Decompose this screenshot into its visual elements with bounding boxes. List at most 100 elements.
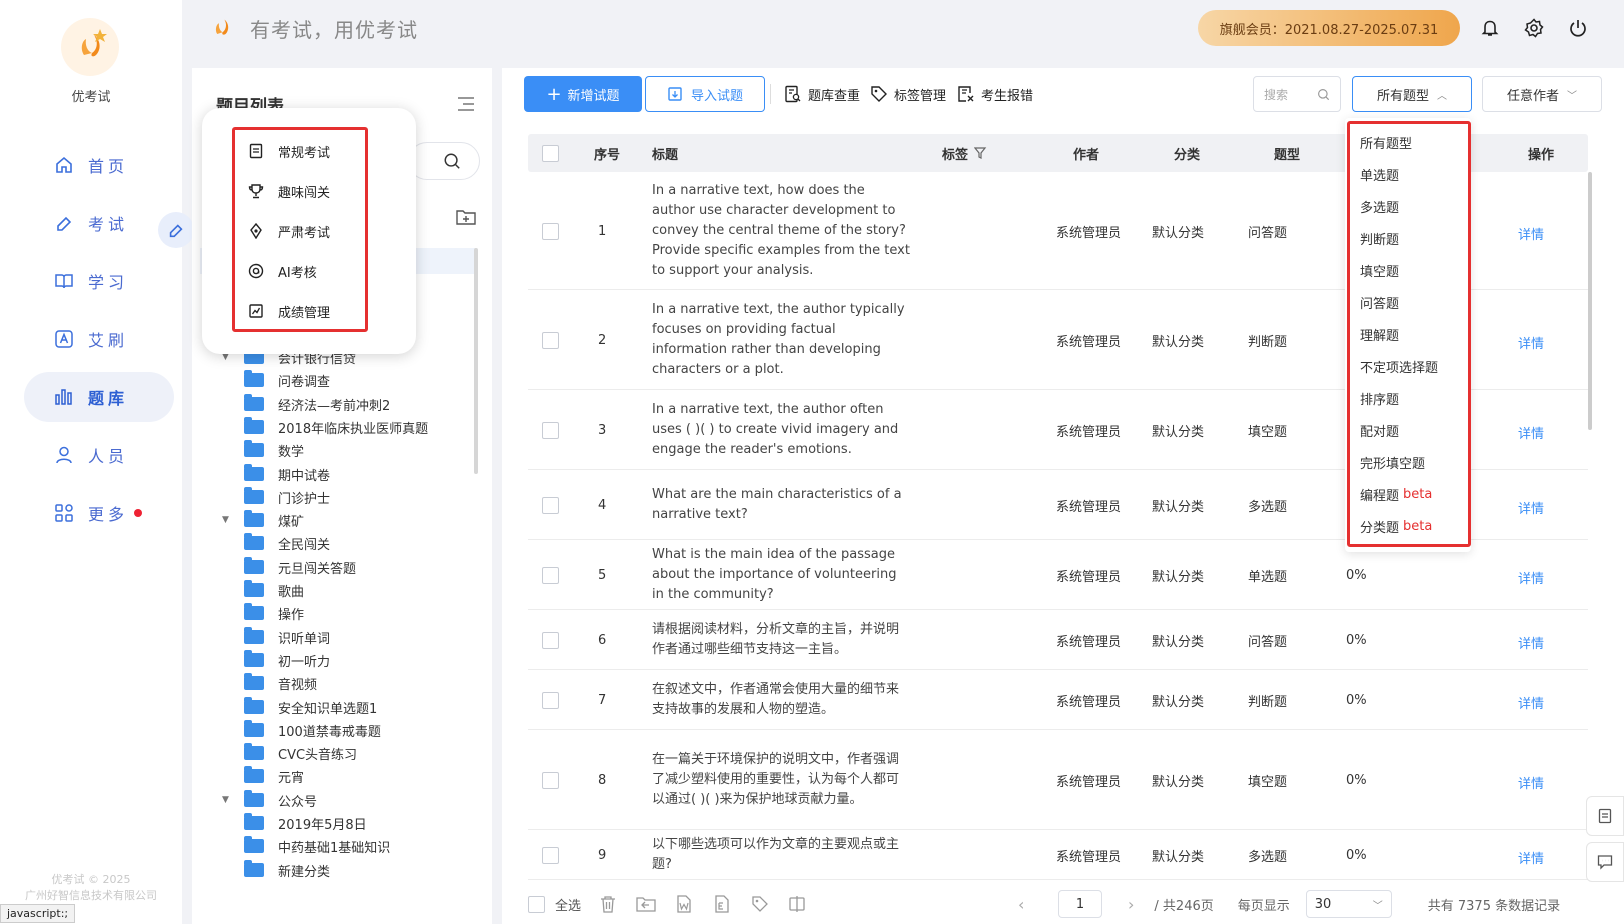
- nav-item-exam[interactable]: 考试: [24, 198, 174, 248]
- row-detail-link[interactable]: 详情: [1518, 290, 1544, 390]
- row-title[interactable]: In a narrative text, how does the author…: [652, 172, 910, 290]
- tree-node[interactable]: ▼ 公众号: [222, 789, 317, 811]
- author-select[interactable]: 任意作者 ﹀: [1482, 76, 1602, 112]
- tree-node[interactable]: 初一听力: [222, 649, 330, 671]
- menu-item-strict-exam[interactable]: 严肃考试: [248, 219, 330, 243]
- tree-caret-icon[interactable]: ▼: [222, 795, 234, 805]
- tree-node[interactable]: 100道禁毒戒毒题: [222, 719, 381, 741]
- add-folder-icon[interactable]: [456, 208, 476, 226]
- header-tag[interactable]: 标签: [942, 134, 988, 172]
- row-checkbox[interactable]: [542, 222, 559, 240]
- type-option[interactable]: 配对题: [1360, 418, 1399, 442]
- row-checkbox[interactable]: [542, 631, 559, 649]
- tree-node[interactable]: 安全知识单选题1: [222, 696, 377, 718]
- tree-node[interactable]: 识听单词: [222, 626, 330, 648]
- nav-item-question-bank[interactable]: 题库: [24, 372, 174, 422]
- row-title[interactable]: What are the main characteristics of a n…: [652, 470, 910, 540]
- type-option[interactable]: 多选题: [1360, 194, 1399, 218]
- tree-node[interactable]: 音视频: [222, 672, 317, 694]
- tree-search-input[interactable]: [408, 142, 480, 180]
- row-checkbox[interactable]: [542, 566, 559, 584]
- row-detail-link[interactable]: 详情: [1518, 670, 1544, 730]
- power-icon[interactable]: [1566, 16, 1590, 40]
- row-checkbox[interactable]: [542, 771, 559, 789]
- tree-node[interactable]: ▼ 煤矿: [222, 509, 304, 531]
- prev-page-icon[interactable]: ‹: [1018, 895, 1038, 914]
- row-title[interactable]: In a narrative text, the author typicall…: [652, 290, 910, 390]
- menu-item-regular-exam[interactable]: 常规考试: [248, 139, 330, 163]
- tree-node[interactable]: 全民闯关: [222, 532, 330, 554]
- row-checkbox[interactable]: [542, 496, 559, 514]
- type-option[interactable]: 编程题 beta: [1360, 482, 1432, 506]
- move-folder-icon[interactable]: [636, 894, 656, 914]
- error-report-button[interactable]: 考生报错: [957, 82, 1033, 106]
- row-detail-link[interactable]: 详情: [1518, 470, 1544, 540]
- menu-item-ai-assessment[interactable]: AI考核: [248, 259, 317, 283]
- row-title[interactable]: 以下哪些选项可以作为文章的主要观点或主题?: [652, 830, 910, 880]
- gear-icon[interactable]: [1522, 16, 1546, 40]
- row-title[interactable]: 请根据阅读材料，分析文章的主旨，并说明作者通过哪些细节支持这一主旨。: [652, 610, 910, 670]
- duplicate-check-button[interactable]: 题库查重: [784, 82, 860, 106]
- tree-node[interactable]: 新建分类: [222, 859, 330, 881]
- per-page-select[interactable]: 30 ﹀: [1305, 890, 1392, 918]
- row-detail-link[interactable]: 详情: [1518, 172, 1544, 290]
- tree-node[interactable]: 元宵: [222, 765, 304, 787]
- tag-management-button[interactable]: 标签管理: [870, 82, 946, 106]
- nav-item-people[interactable]: 人员: [24, 430, 174, 480]
- batch-edit-icon[interactable]: [788, 894, 808, 914]
- vip-badge[interactable]: 旗舰会员：2021.08.27-2025.07.31: [1198, 10, 1460, 46]
- nav-item-study[interactable]: 学习: [24, 256, 174, 306]
- exam-submenu-toggle[interactable]: [158, 212, 194, 248]
- tree-scrollbar[interactable]: [474, 248, 478, 474]
- tree-node[interactable]: 经济法—考前冲刺2: [222, 393, 390, 415]
- row-title[interactable]: What is the main idea of the passage abo…: [652, 540, 910, 610]
- tree-node[interactable]: CVC头音练习: [222, 742, 357, 764]
- menu-item-fun-challenge[interactable]: 趣味闯关: [248, 179, 330, 203]
- add-question-button[interactable]: + 新增试题: [524, 76, 642, 112]
- row-checkbox[interactable]: [542, 691, 559, 709]
- nav-item-home[interactable]: 首页: [24, 140, 174, 190]
- tree-caret-icon[interactable]: ▼: [222, 515, 234, 525]
- tree-node[interactable]: 问卷调查: [222, 369, 330, 391]
- tree-node[interactable]: 歌曲: [222, 579, 304, 601]
- row-checkbox[interactable]: [542, 331, 559, 349]
- tree-node[interactable]: 2019年5月8日: [222, 812, 367, 834]
- tree-node[interactable]: 门诊护士: [222, 486, 330, 508]
- tree-node[interactable]: 操作: [222, 602, 304, 624]
- type-option[interactable]: 所有题型: [1360, 130, 1412, 154]
- question-search-input[interactable]: 搜索: [1253, 76, 1341, 112]
- table-scrollbar[interactable]: [1588, 172, 1592, 430]
- nav-item-more[interactable]: 更多: [24, 488, 174, 538]
- notification-bell-icon[interactable]: [1478, 16, 1502, 40]
- row-detail-link[interactable]: 详情: [1518, 730, 1544, 830]
- tree-node[interactable]: 2018年临床执业医师真题: [222, 416, 428, 438]
- tree-node[interactable]: 数学: [222, 439, 304, 461]
- row-title[interactable]: 在叙述文中，作者通常会使用大量的细节来支持故事的发展和人物的塑造。: [652, 670, 910, 730]
- row-checkbox[interactable]: [542, 846, 559, 864]
- app-logo[interactable]: [61, 18, 119, 76]
- type-option[interactable]: 填空题: [1360, 258, 1399, 282]
- next-page-icon[interactable]: ›: [1128, 895, 1134, 914]
- type-option[interactable]: 完形填空题: [1360, 450, 1425, 474]
- row-title[interactable]: 在一篇关于环境保护的说明文中，作者强调了减少塑料使用的重要性，认为每个人都可以通…: [652, 730, 910, 830]
- batch-tag-icon[interactable]: [750, 894, 770, 914]
- type-option[interactable]: 排序题: [1360, 386, 1399, 410]
- type-option[interactable]: 分类题 beta: [1360, 514, 1432, 538]
- question-type-select[interactable]: 所有题型 ︿: [1352, 76, 1472, 112]
- select-all-header-checkbox[interactable]: [542, 144, 559, 162]
- page-input[interactable]: 1: [1058, 890, 1102, 918]
- row-checkbox[interactable]: [542, 421, 559, 439]
- notes-float-button[interactable]: [1586, 796, 1624, 836]
- row-detail-link[interactable]: 详情: [1518, 610, 1544, 670]
- type-option[interactable]: 判断题: [1360, 226, 1399, 250]
- row-detail-link[interactable]: 详情: [1518, 540, 1544, 610]
- row-detail-link[interactable]: 详情: [1518, 390, 1544, 470]
- filter-icon[interactable]: [974, 146, 988, 160]
- tree-node[interactable]: 中药基础1基础知识: [222, 835, 390, 857]
- row-title[interactable]: In a narrative text, the author often us…: [652, 390, 910, 470]
- export-excel-icon[interactable]: [712, 894, 732, 914]
- import-question-button[interactable]: 导入试题: [645, 76, 765, 112]
- delete-icon[interactable]: [598, 894, 618, 914]
- nav-item-aishua[interactable]: 艾刷: [24, 314, 174, 364]
- menu-item-score-management[interactable]: 成绩管理: [248, 299, 330, 323]
